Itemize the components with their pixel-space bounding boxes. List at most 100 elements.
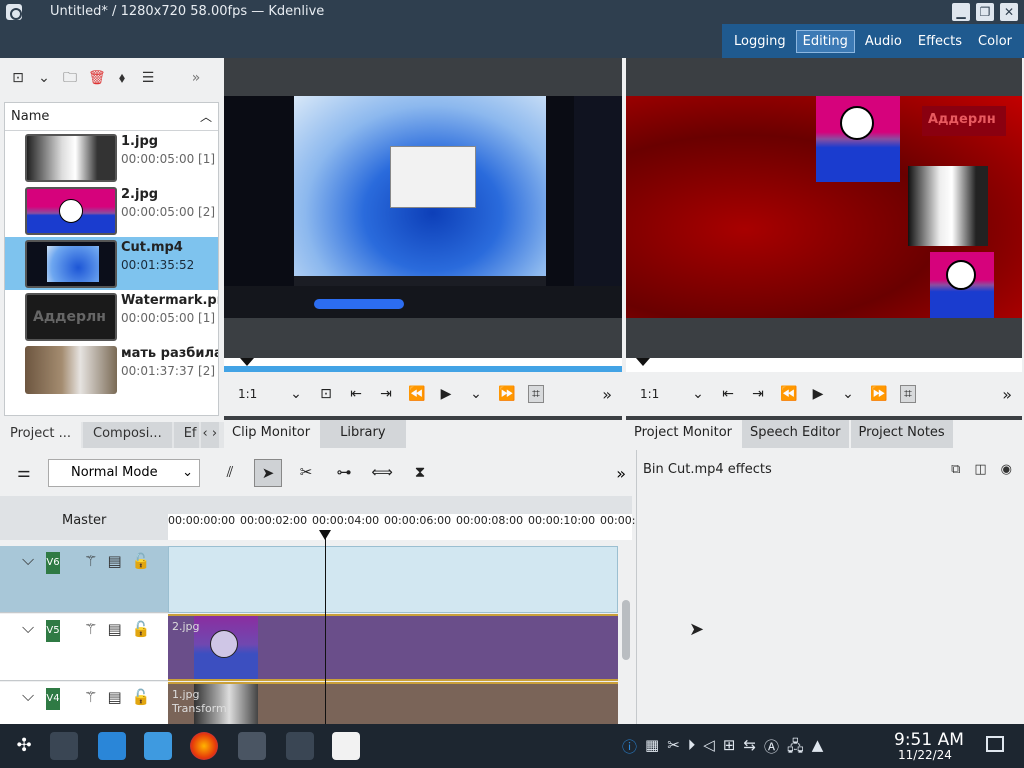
track-header[interactable]: ⌵ V6 ⚚ ▤ 🔓	[0, 546, 168, 613]
add-clip-icon[interactable]: ⊡	[10, 70, 26, 86]
project-monitor-ruler[interactable]	[626, 358, 1022, 372]
workspace-tab-effects[interactable]: Effects	[912, 31, 968, 52]
tab-project-bin[interactable]: Project ...	[0, 422, 82, 448]
track-lane[interactable]	[168, 546, 618, 613]
tray-expand-icon[interactable]: ▲	[812, 736, 824, 761]
chevron-down-icon[interactable]: ⌄	[468, 386, 484, 402]
play-icon[interactable]: ▶	[810, 386, 826, 402]
rewind-icon[interactable]: ⏪	[780, 386, 797, 402]
workspace-tab-editing[interactable]: Editing	[795, 29, 855, 53]
menu-icon[interactable]: ☰	[140, 70, 156, 86]
bin-item-cutmp4[interactable]: Cut.mp4 00:01:35:52	[5, 237, 218, 290]
effects-wand-icon[interactable]: ⚚	[84, 552, 97, 570]
project-monitor-screen[interactable]: Аддерлн	[626, 96, 1022, 318]
cut-icon[interactable]: ✂	[667, 736, 680, 761]
file-manager-icon[interactable]	[144, 732, 172, 760]
workspace-tab-color[interactable]: Color	[972, 31, 1018, 52]
fast-forward-icon[interactable]: ⏩	[870, 386, 887, 402]
kdenlive-taskbar-icon[interactable]	[238, 732, 266, 760]
chevron-down-icon[interactable]: ⌄	[840, 386, 856, 402]
timeline-scrollbar[interactable]	[622, 600, 630, 660]
bin-item-2jpg[interactable]: 2.jpg 00:00:05:00 [2]	[5, 184, 218, 237]
tab-clip-monitor[interactable]: Clip Monitor	[224, 420, 319, 448]
crop-icon[interactable]: ⌗	[900, 385, 916, 403]
tag-icon[interactable]: ⬧	[114, 70, 130, 86]
media-player-icon[interactable]: ⏵	[688, 736, 696, 761]
set-out-point-icon[interactable]: ⇥	[378, 386, 394, 402]
workspace-tab-logging[interactable]: Logging	[728, 31, 792, 52]
store-bag-icon[interactable]	[332, 732, 360, 760]
chevron-down-icon[interactable]: ⌄	[288, 386, 304, 402]
bin-item-watermarkpng[interactable]: Аддерлн Watermark.png 00:00:05:00 [1]	[5, 290, 218, 343]
spacer-tool-icon[interactable]: ⫽	[216, 459, 244, 487]
set-in-point-icon[interactable]: ⇤	[348, 386, 364, 402]
clip-monitor-screen[interactable]	[224, 96, 622, 318]
tab-project-monitor[interactable]: Project Monitor	[626, 420, 741, 448]
crop-icon[interactable]: ⌗	[528, 385, 544, 403]
kde-connect-icon[interactable]: ⊞	[723, 736, 736, 761]
clip-zoom-select[interactable]: 1:1	[238, 387, 274, 401]
lock-icon[interactable]: 🔓	[132, 552, 151, 570]
fast-forward-icon[interactable]: ⏩	[498, 386, 515, 402]
clock-date[interactable]: 11/22/24	[898, 748, 952, 762]
bin-item-1jpg[interactable]: 1.jpg 00:00:05:00 [1]	[5, 131, 218, 184]
video-toggle-icon[interactable]: ▤	[107, 552, 121, 570]
add-folder-icon[interactable]: 🗀	[62, 70, 78, 86]
expand-more-icon[interactable]: »	[188, 70, 204, 86]
minimize-button[interactable]: ▁	[952, 3, 970, 21]
tab-library[interactable]: Library	[320, 420, 406, 448]
collapse-track-icon[interactable]: ⌵	[22, 618, 34, 638]
clip-monitor-ruler[interactable]	[224, 358, 622, 372]
more-options-icon[interactable]: »	[602, 385, 612, 404]
app-launcher-icon[interactable]: ✣	[10, 732, 38, 760]
play-icon[interactable]: ▶	[438, 386, 454, 402]
timeline-ruler[interactable]: 00:00:00:00 00:00:02:00 00:00:04:00 00:0…	[168, 514, 642, 540]
slip-tool-icon[interactable]: ⊶	[330, 459, 358, 487]
close-button[interactable]: ✕	[1000, 3, 1018, 21]
more-options-icon[interactable]: »	[1002, 385, 1012, 404]
clip-playhead-marker[interactable]	[240, 358, 254, 366]
network-icon[interactable]: 🖧	[787, 736, 804, 761]
master-label[interactable]: Master	[62, 513, 106, 528]
set-in-point-icon[interactable]: ⇤	[720, 386, 736, 402]
visibility-eye-icon[interactable]: ◉	[1001, 462, 1012, 477]
tab-scroll-arrows[interactable]: ‹ ›	[200, 422, 220, 448]
delete-icon[interactable]: 🗑	[88, 70, 106, 86]
razor-tool-icon[interactable]: ✂	[292, 459, 320, 487]
ripple-tool-icon[interactable]: ⟺	[368, 459, 396, 487]
video-toggle-icon[interactable]: ▤	[107, 688, 121, 706]
firefox-icon[interactable]	[190, 732, 218, 760]
volume-icon[interactable]: ◁	[703, 736, 715, 761]
konsole-icon[interactable]	[286, 732, 314, 760]
compare-split-icon[interactable]: ◫	[974, 462, 986, 477]
info-icon[interactable]: ⓘ	[622, 736, 637, 761]
selection-tool-icon[interactable]: ➤	[254, 459, 282, 487]
lock-icon[interactable]: 🔓	[132, 688, 151, 706]
discover-store-icon[interactable]	[98, 732, 126, 760]
effects-wand-icon[interactable]: ⚚	[84, 688, 97, 706]
set-out-point-icon[interactable]: ⇥	[750, 386, 766, 402]
edit-mode-select[interactable]: Normal Mode ⌄	[48, 459, 200, 487]
clock-time[interactable]: 9:51 AM	[894, 730, 964, 750]
lock-icon[interactable]: 🔓	[132, 620, 151, 638]
fit-view-icon[interactable]: ⊡	[318, 386, 334, 402]
project-playhead-marker[interactable]	[636, 358, 650, 366]
timeline-settings-icon[interactable]: ⚌	[10, 459, 38, 487]
effects-wand-icon[interactable]: ⚚	[84, 620, 97, 638]
tab-compositions[interactable]: Composi...	[83, 422, 172, 448]
chevron-down-icon[interactable]: ⌄	[36, 70, 52, 86]
bin-item-mat-razbila[interactable]: мать разбила 00:01:37:37 [2]	[5, 343, 218, 396]
roll-tool-icon[interactable]: ⧗	[406, 459, 434, 487]
kdenlive-app-icon[interactable]	[6, 4, 22, 20]
tab-speech-editor[interactable]: Speech Editor	[742, 420, 849, 448]
timeline-playhead-marker[interactable]	[319, 530, 331, 540]
tab-project-notes[interactable]: Project Notes	[850, 420, 953, 448]
usb-icon[interactable]: ⇆	[743, 736, 756, 761]
tab-effects[interactable]: Ef	[173, 422, 199, 448]
chevron-down-icon[interactable]: ⌄	[690, 386, 706, 402]
timeline-playhead[interactable]	[325, 532, 326, 732]
system-settings-icon[interactable]	[50, 732, 78, 760]
input-method-icon[interactable]: Ⓐ	[764, 736, 779, 761]
clipboard-icon[interactable]: ▦	[645, 736, 659, 761]
more-options-icon[interactable]: »	[616, 464, 626, 483]
